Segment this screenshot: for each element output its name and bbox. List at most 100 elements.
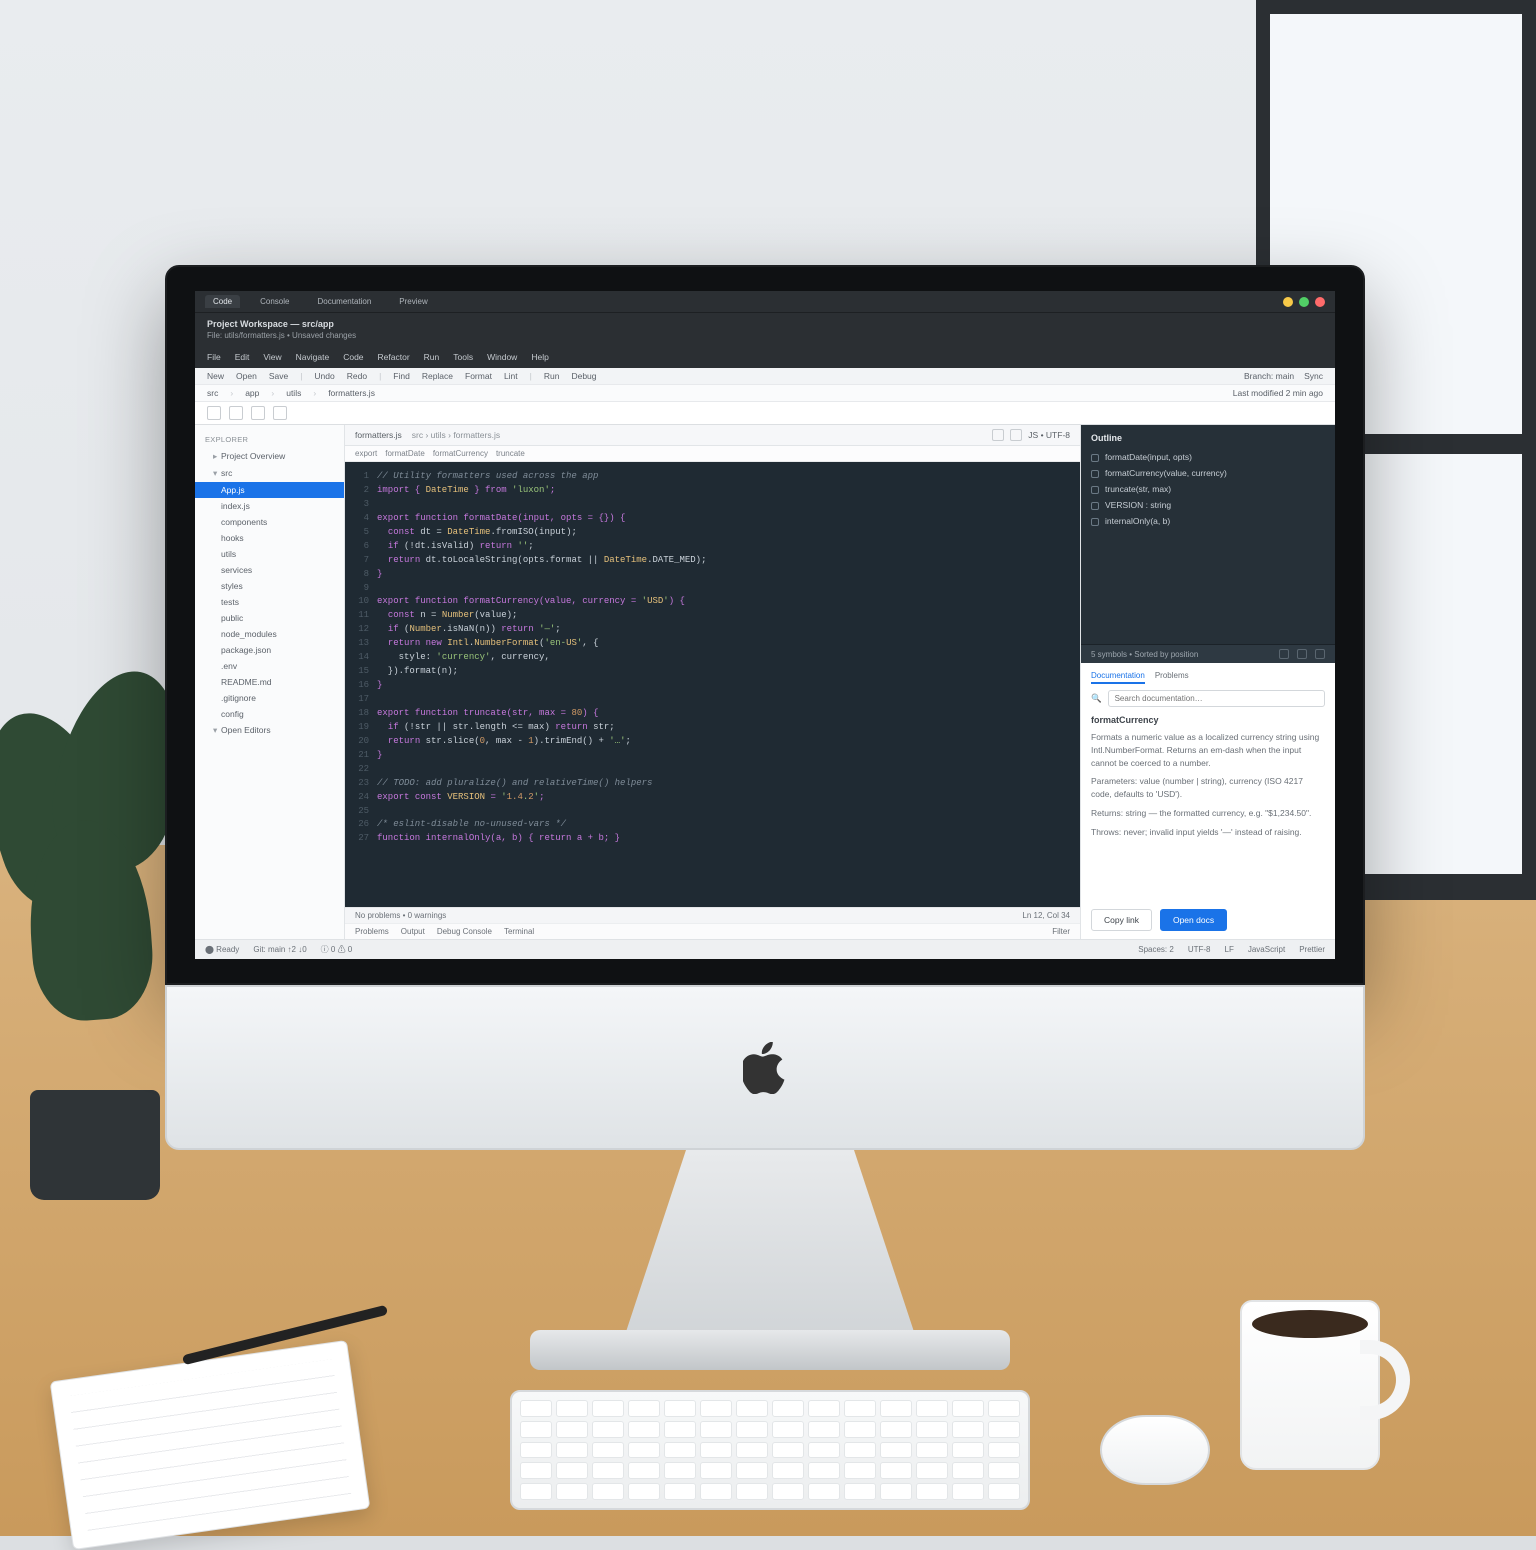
problems-summary[interactable]: No problems • 0 warnings xyxy=(355,911,446,920)
sort-icon[interactable] xyxy=(1297,649,1307,659)
minimize-icon[interactable] xyxy=(1283,297,1293,307)
code-line[interactable]: 7 return dt.toLocaleString(opts.format |… xyxy=(351,554,1080,568)
toolbar-button[interactable]: Replace xyxy=(422,371,453,381)
panel-tab[interactable]: Output xyxy=(401,927,425,936)
code-line[interactable]: 16} xyxy=(351,679,1080,693)
code-line[interactable]: 6 if (!dt.isValid) return ''; xyxy=(351,540,1080,554)
code-line[interactable]: 27function internalOnly(a, b) { return a… xyxy=(351,832,1080,846)
link-icon[interactable] xyxy=(273,406,287,420)
bold-icon[interactable] xyxy=(207,406,221,420)
docs-search-input[interactable] xyxy=(1108,690,1325,707)
code-editor[interactable]: 1// Utility formatters used across the a… xyxy=(345,462,1080,907)
docs-tab[interactable]: Documentation xyxy=(1091,671,1145,684)
code-line[interactable]: 13 return new Intl.NumberFormat('en-US',… xyxy=(351,637,1080,651)
code-line[interactable]: 4export function formatDate(input, opts … xyxy=(351,512,1080,526)
sidebar-item[interactable]: README.md xyxy=(195,674,344,690)
code-line[interactable]: 12 if (Number.isNaN(n)) return '—'; xyxy=(351,623,1080,637)
sidebar-item[interactable]: utils xyxy=(195,546,344,562)
breadcrumb-segment[interactable]: formatters.js xyxy=(328,388,375,398)
sidebar-item[interactable]: hooks xyxy=(195,530,344,546)
sidebar-item[interactable]: config xyxy=(195,706,344,722)
menu-item[interactable]: File xyxy=(207,352,221,362)
code-line[interactable]: 18export function truncate(str, max = 80… xyxy=(351,707,1080,721)
sidebar-item[interactable]: tests xyxy=(195,594,344,610)
code-line[interactable]: 8} xyxy=(351,568,1080,582)
symbol-crumb[interactable]: formatCurrency xyxy=(433,449,488,458)
toolbar-button[interactable]: Open xyxy=(236,371,257,381)
copy-link-button[interactable]: Copy link xyxy=(1091,909,1152,931)
editor-tab[interactable]: formatters.js xyxy=(355,430,402,440)
outline-item[interactable]: formatCurrency(value, currency) xyxy=(1091,465,1325,481)
code-line[interactable]: 15 }).format(n); xyxy=(351,665,1080,679)
menu-item[interactable]: Edit xyxy=(235,352,250,362)
toolbar-button[interactable]: Save xyxy=(269,371,288,381)
status-item[interactable]: ⓘ 0 ⚠ 0 xyxy=(321,944,353,955)
code-line[interactable]: 10export function formatCurrency(value, … xyxy=(351,595,1080,609)
symbol-crumb[interactable]: export xyxy=(355,449,377,458)
list-icon[interactable] xyxy=(251,406,265,420)
toolbar-button[interactable]: Lint xyxy=(504,371,518,381)
toolbar-button[interactable]: Run xyxy=(544,371,560,381)
panel-filter[interactable]: Filter xyxy=(1052,927,1070,936)
status-item[interactable]: ⬤ Ready xyxy=(205,945,239,954)
status-item[interactable]: Prettier xyxy=(1299,945,1325,954)
sync-button[interactable]: Sync xyxy=(1304,371,1323,381)
code-line[interactable]: 21} xyxy=(351,749,1080,763)
toolbar-button[interactable]: Redo xyxy=(347,371,367,381)
docs-tab[interactable]: Problems xyxy=(1155,671,1189,684)
sidebar-item[interactable]: ▸Project Overview xyxy=(195,448,344,465)
code-line[interactable]: 26/* eslint-disable no-unused-vars */ xyxy=(351,818,1080,832)
status-item[interactable]: LF xyxy=(1225,945,1234,954)
menu-item[interactable]: Window xyxy=(487,352,517,362)
code-line[interactable]: 2import { DateTime } from 'luxon'; xyxy=(351,484,1080,498)
italic-icon[interactable] xyxy=(229,406,243,420)
outline-item[interactable]: VERSION : string xyxy=(1091,497,1325,513)
sidebar-item[interactable]: .env xyxy=(195,658,344,674)
menu-item[interactable]: Run xyxy=(424,352,440,362)
panel-tab[interactable]: Terminal xyxy=(504,927,534,936)
outline-item[interactable]: internalOnly(a, b) xyxy=(1091,513,1325,529)
toolbar-button[interactable]: Debug xyxy=(571,371,596,381)
outline-item[interactable]: truncate(str, max) xyxy=(1091,481,1325,497)
code-line[interactable]: 23// TODO: add pluralize() and relativeT… xyxy=(351,777,1080,791)
collapse-icon[interactable] xyxy=(1279,649,1289,659)
code-line[interactable]: 14 style: 'currency', currency, xyxy=(351,651,1080,665)
panel-tab[interactable]: Problems xyxy=(355,927,389,936)
breadcrumb-segment[interactable]: utils xyxy=(286,388,301,398)
sidebar-item[interactable]: styles xyxy=(195,578,344,594)
status-item[interactable]: JavaScript xyxy=(1248,945,1285,954)
sidebar-item[interactable]: components xyxy=(195,514,344,530)
browser-tab[interactable]: Documentation xyxy=(309,295,379,308)
sidebar-item[interactable]: node_modules xyxy=(195,626,344,642)
code-line[interactable]: 11 const n = Number(value); xyxy=(351,609,1080,623)
menu-item[interactable]: Tools xyxy=(453,352,473,362)
outline-item[interactable]: formatDate(input, opts) xyxy=(1091,449,1325,465)
more-icon[interactable] xyxy=(1010,429,1022,441)
menu-item[interactable]: Refactor xyxy=(378,352,410,362)
code-line[interactable]: 3 xyxy=(351,498,1080,512)
breadcrumb-segment[interactable]: src xyxy=(207,388,218,398)
sidebar-item[interactable]: ▾src xyxy=(195,465,344,482)
code-line[interactable]: 9 xyxy=(351,582,1080,596)
browser-tab[interactable]: Preview xyxy=(391,295,435,308)
toolbar-button[interactable]: Find xyxy=(393,371,410,381)
browser-tab[interactable]: Code xyxy=(205,295,240,308)
code-line[interactable]: 17 xyxy=(351,693,1080,707)
code-line[interactable]: 20 return str.slice(0, max - 1).trimEnd(… xyxy=(351,735,1080,749)
code-line[interactable]: 1// Utility formatters used across the a… xyxy=(351,470,1080,484)
sidebar-item[interactable]: package.json xyxy=(195,642,344,658)
panel-tab[interactable]: Debug Console xyxy=(437,927,492,936)
sidebar-item[interactable]: public xyxy=(195,610,344,626)
sidebar-item[interactable]: App.js xyxy=(195,482,344,498)
sidebar-item[interactable]: index.js xyxy=(195,498,344,514)
code-line[interactable]: 22 xyxy=(351,763,1080,777)
symbol-crumb[interactable]: truncate xyxy=(496,449,525,458)
close-icon[interactable] xyxy=(1315,297,1325,307)
maximize-icon[interactable] xyxy=(1299,297,1309,307)
sidebar-item[interactable]: .gitignore xyxy=(195,690,344,706)
branch-indicator[interactable]: Branch: main xyxy=(1244,371,1294,381)
symbol-crumb[interactable]: formatDate xyxy=(385,449,425,458)
status-item[interactable]: Spaces: 2 xyxy=(1138,945,1174,954)
code-line[interactable]: 5 const dt = DateTime.fromISO(input); xyxy=(351,526,1080,540)
status-item[interactable]: Git: main ↑2 ↓0 xyxy=(253,945,306,954)
